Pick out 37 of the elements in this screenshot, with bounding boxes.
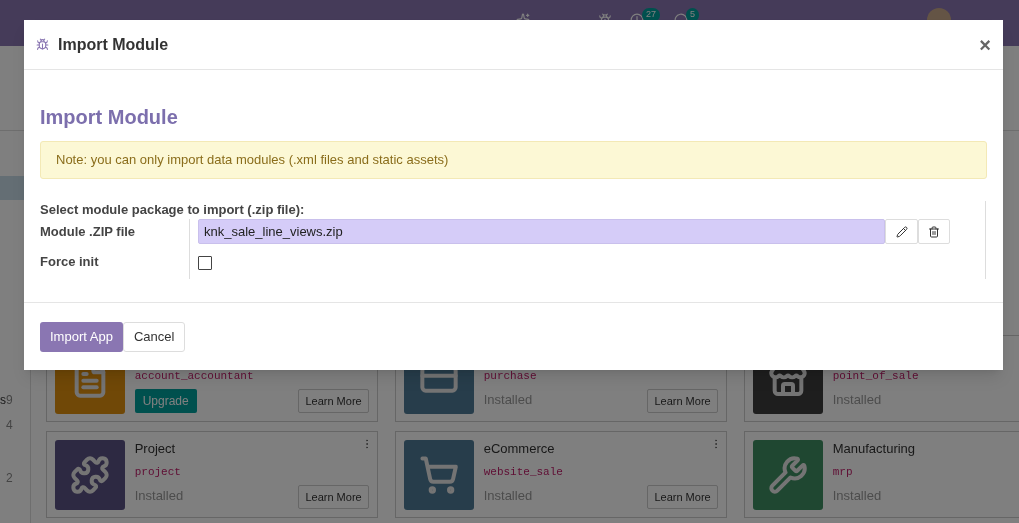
trash-icon	[928, 225, 940, 238]
cancel-button[interactable]: Cancel	[122, 321, 186, 352]
import-app-button[interactable]: Import App	[40, 321, 123, 352]
pencil-icon	[895, 225, 908, 238]
edit-button[interactable]	[885, 219, 918, 244]
app-technical-name: point_of_sale	[832, 369, 920, 384]
learn-more-button[interactable]: Learn More	[298, 485, 369, 509]
sidebar-count: 2	[6, 469, 13, 487]
form-heading: Import Module	[40, 105, 179, 130]
app-technical-name: mrp	[832, 465, 854, 480]
section-label: Select module package to import (.zip file):	[40, 201, 306, 219]
wrench-icon	[767, 455, 808, 495]
upgrade-button[interactable]: Upgrade	[134, 389, 197, 413]
delete-button[interactable]	[918, 219, 950, 244]
app-technical-name: account_accountant	[134, 369, 255, 384]
close-button[interactable]: ×	[979, 34, 991, 55]
app-name: Project	[134, 440, 176, 458]
field-label: Force init	[40, 253, 100, 271]
note-alert: Note: you can only import data modules (.xml files and static assets)	[40, 141, 987, 179]
learn-more-button[interactable]: Learn More	[647, 389, 718, 413]
app-name: Manufacturing	[832, 440, 916, 458]
sidebar-count: 4	[6, 416, 13, 434]
checkbox[interactable]	[198, 256, 212, 270]
learn-more-button[interactable]: Learn More	[647, 485, 718, 509]
app-technical-name: website_sale	[483, 465, 564, 480]
field-label: Module .ZIP file	[40, 223, 137, 241]
cart-icon	[418, 455, 459, 495]
file-field[interactable]: knk_sale_line_views.zip	[198, 219, 885, 244]
dialog-title: Import Module	[58, 34, 169, 55]
app-name: eCommerce	[483, 440, 555, 458]
sidebar-category-label[interactable]: s	[0, 390, 6, 409]
puzzle-icon	[69, 455, 110, 495]
app-technical-name: purchase	[483, 369, 538, 384]
sidebar-count: 9	[6, 391, 13, 409]
app-technical-name: project	[134, 465, 182, 480]
learn-more-button[interactable]: Learn More	[298, 389, 369, 413]
bug-icon	[36, 38, 49, 51]
